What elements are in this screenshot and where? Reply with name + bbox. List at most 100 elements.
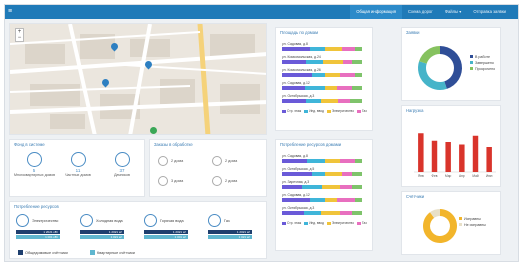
stacked-bar	[282, 73, 366, 77]
meters-pie-chart: Исправны Не исправны	[423, 209, 486, 243]
stacked-row: ул. Садовая, д.8	[282, 42, 366, 51]
stat-dachas: 37 Дачников	[102, 152, 142, 177]
map-streets	[10, 24, 266, 134]
legend-item: Газ	[357, 221, 367, 225]
orders-card: Заказы в обработке 2 дома 2 дома 3 дома …	[149, 139, 267, 197]
bar-segment	[342, 172, 352, 176]
stacked-row: ул. Садовая, д.8	[282, 154, 366, 163]
legend-item: Электричество	[326, 221, 354, 225]
resource-cold-water: Холодная вода 1 2021 м³ 1 021 м³	[80, 214, 124, 239]
order-item: 2 дома	[212, 156, 237, 166]
legend-swatch	[18, 250, 23, 255]
top-navbar: ≡ Общая информация Схема дорог Файлы ▾ О…	[5, 5, 518, 19]
bar-segment	[352, 185, 362, 189]
bar-segment	[312, 172, 325, 176]
flame-icon	[208, 214, 221, 227]
bar-segment	[342, 60, 353, 64]
houses-area-card: Площадь по домам ул. Садовая, д.8 ул. Ком…	[275, 27, 373, 131]
legend-label: Газ	[362, 221, 367, 225]
stat-apartment-houses: 5 Многоквартирных домов	[14, 152, 55, 177]
legend-common: Общедомовые счётчики	[18, 250, 68, 255]
legend-label: Инд. ввод	[309, 109, 324, 113]
stat-private-houses: 11 Частных домов	[58, 152, 98, 177]
bar-segment	[322, 185, 340, 189]
legend-label: Завершено	[475, 61, 494, 65]
legend-item: Электричество	[326, 109, 354, 113]
bar-segment	[282, 60, 307, 64]
resource-gas: Газ 1 2021 м³ 1 021 м³	[208, 214, 252, 239]
bar-segment	[337, 198, 355, 202]
map-card: + −	[9, 23, 267, 135]
legend-swatch	[282, 221, 286, 225]
house-icon	[158, 176, 168, 186]
legend-swatch	[459, 223, 462, 226]
resource-label: Холодная вода	[96, 218, 123, 223]
bar-segment	[324, 172, 342, 176]
legend-swatch	[470, 61, 473, 64]
common-meter-bar: 1 2021 кВт	[16, 230, 60, 234]
order-item: 2 дома	[212, 176, 237, 186]
water-drop-icon	[80, 214, 93, 227]
legend-item: Газ	[357, 109, 367, 113]
bar-segment	[306, 60, 324, 64]
bar	[431, 140, 438, 172]
apartment-meter-bar: 1 001 кВт	[16, 235, 60, 239]
legend-item: Инд. ввод	[304, 221, 324, 225]
meters-card: Счётчики Исправны Не исправны	[401, 191, 501, 255]
stacked-legend: Стр. этаж Инд. ввод Электричество Газ	[282, 221, 370, 225]
x-tick-label: Апр	[459, 174, 465, 178]
bar-segment	[307, 159, 325, 163]
common-meter-bar: 1 2021 м³	[80, 230, 124, 234]
menu-icon[interactable]: ≡	[8, 8, 16, 16]
nav-tab-files[interactable]: Файлы ▾	[439, 5, 468, 19]
bar-segment	[342, 47, 355, 51]
bar-segment	[320, 211, 341, 215]
map-view[interactable]: + −	[10, 24, 266, 134]
order-item: 3 дома	[158, 176, 183, 186]
building-icon	[26, 152, 42, 167]
house-icon	[158, 156, 168, 166]
nav-tab-general[interactable]: Общая информация	[350, 5, 403, 19]
resource-hot-water: Горячая вода 1 2021 м³ 1 001 м³	[144, 214, 188, 239]
stacked-row: ул. Октябрьская, д.3	[282, 206, 366, 215]
stacked-bar	[282, 172, 366, 176]
stat-label: Дачников	[114, 173, 130, 177]
legend-swatch	[470, 67, 473, 70]
bar-segment	[352, 211, 362, 215]
zoom-out-button[interactable]: −	[16, 35, 23, 41]
screen: ≡ Общая информация Схема дорог Файлы ▾ О…	[0, 0, 523, 268]
x-tick-label: Май	[472, 174, 478, 178]
stats-card: Фонд в системе 5 Многоквартирных домов 1…	[9, 139, 145, 197]
stacked-bar	[282, 159, 366, 163]
x-tick-label: Фев	[432, 174, 438, 178]
nav-tab-roads[interactable]: Схема дорог	[402, 5, 439, 19]
stacked-bar	[282, 47, 366, 51]
bar-segment	[339, 185, 352, 189]
common-meter-bar: 1 2021 м³	[144, 230, 188, 234]
app-window: ≡ Общая информация Схема дорог Файлы ▾ О…	[4, 4, 519, 262]
bar	[472, 135, 479, 172]
map-marker-icon[interactable]	[150, 127, 157, 134]
legend-label: Исправны	[464, 217, 481, 221]
legend-label: Просрочено	[475, 67, 495, 71]
bar-segment	[320, 99, 338, 103]
legend-swatch	[357, 109, 361, 113]
stacked-row: ул. Комсомольская, д.26	[282, 68, 366, 77]
apartment-meter-bar: 1 021 м³	[208, 235, 252, 239]
bar-segment	[282, 211, 304, 215]
bar-segment	[354, 159, 362, 163]
order-label: 2 дома	[225, 179, 238, 183]
bar-segment	[282, 73, 312, 77]
bar-segment	[352, 60, 362, 64]
order-label: 2 дома	[225, 159, 238, 163]
bar	[418, 133, 424, 172]
stacked-bar	[282, 99, 366, 103]
requests-title: Заявки	[406, 30, 420, 35]
stacked-row: ул. Садовая, д.12	[282, 81, 366, 90]
x-tick-label: Мар	[445, 174, 451, 178]
resource-label: Газ	[224, 218, 230, 223]
legend-item: Инд. ввод	[304, 109, 324, 113]
nav-tab-request[interactable]: Отправка заявки	[467, 5, 512, 19]
requests-pie-chart: В работе Завершено Просрочено	[418, 46, 495, 90]
bar-segment	[352, 86, 362, 90]
